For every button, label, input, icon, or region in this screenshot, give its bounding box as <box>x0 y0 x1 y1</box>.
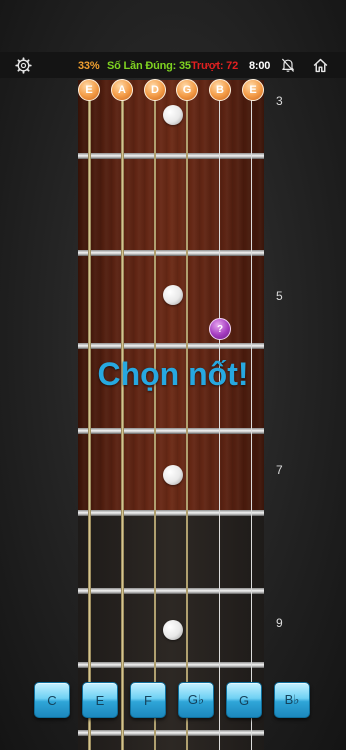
fret-wire <box>78 588 264 594</box>
fret-inlay-dot <box>163 285 183 305</box>
guitar-string <box>186 80 188 750</box>
progress-percent: 33% <box>78 60 100 72</box>
answer-button-b-flat[interactable]: B♭ <box>274 682 310 718</box>
fretboard[interactable] <box>78 80 264 750</box>
fret-wire <box>78 510 264 516</box>
string-label-g: G <box>176 79 198 101</box>
answer-button-g[interactable]: G <box>226 682 262 718</box>
fret-wire <box>78 730 264 736</box>
guitar-string <box>88 80 91 750</box>
question-note-marker: ? <box>209 318 231 340</box>
fret-inlay-dot <box>163 465 183 485</box>
fret-wire <box>78 343 264 349</box>
answer-button-g-flat[interactable]: G♭ <box>178 682 214 718</box>
timer: 8:00 <box>249 60 271 72</box>
fret-wire <box>78 662 264 668</box>
guitar-string <box>219 80 220 750</box>
fret-number-5: 5 <box>276 289 283 303</box>
muted-bell-icon <box>281 58 295 72</box>
home-button[interactable] <box>310 55 330 75</box>
guitar-string <box>251 80 252 750</box>
home-icon <box>313 58 327 72</box>
wrong-count: Trượt: 72 <box>191 60 238 72</box>
guitar-string <box>154 80 156 750</box>
fret-number-3: 3 <box>276 94 283 108</box>
answer-button-f[interactable]: F <box>130 682 166 718</box>
fret-wire <box>78 153 264 159</box>
string-label-low-e: E <box>78 79 100 101</box>
guitar-string <box>121 80 124 750</box>
sound-toggle-button[interactable] <box>278 55 298 75</box>
answer-button-c[interactable]: C <box>34 682 70 718</box>
fret-inlay-dot <box>163 620 183 640</box>
correct-count: Số Lần Đúng: 35 <box>107 60 191 72</box>
fret-number-7: 7 <box>276 463 283 477</box>
fret-wire <box>78 250 264 256</box>
answer-button-e[interactable]: E <box>82 682 118 718</box>
settings-button[interactable] <box>13 55 33 75</box>
fret-number-9: 9 <box>276 616 283 630</box>
prompt-text: Chọn nốt! <box>97 356 249 392</box>
gear-icon <box>14 56 32 74</box>
string-label-d: D <box>144 79 166 101</box>
fret-inlay-dot <box>163 105 183 125</box>
string-label-a: A <box>111 79 133 101</box>
string-label-b: B <box>209 79 231 101</box>
string-label-high-e: E <box>242 79 264 101</box>
fret-wire <box>78 428 264 434</box>
